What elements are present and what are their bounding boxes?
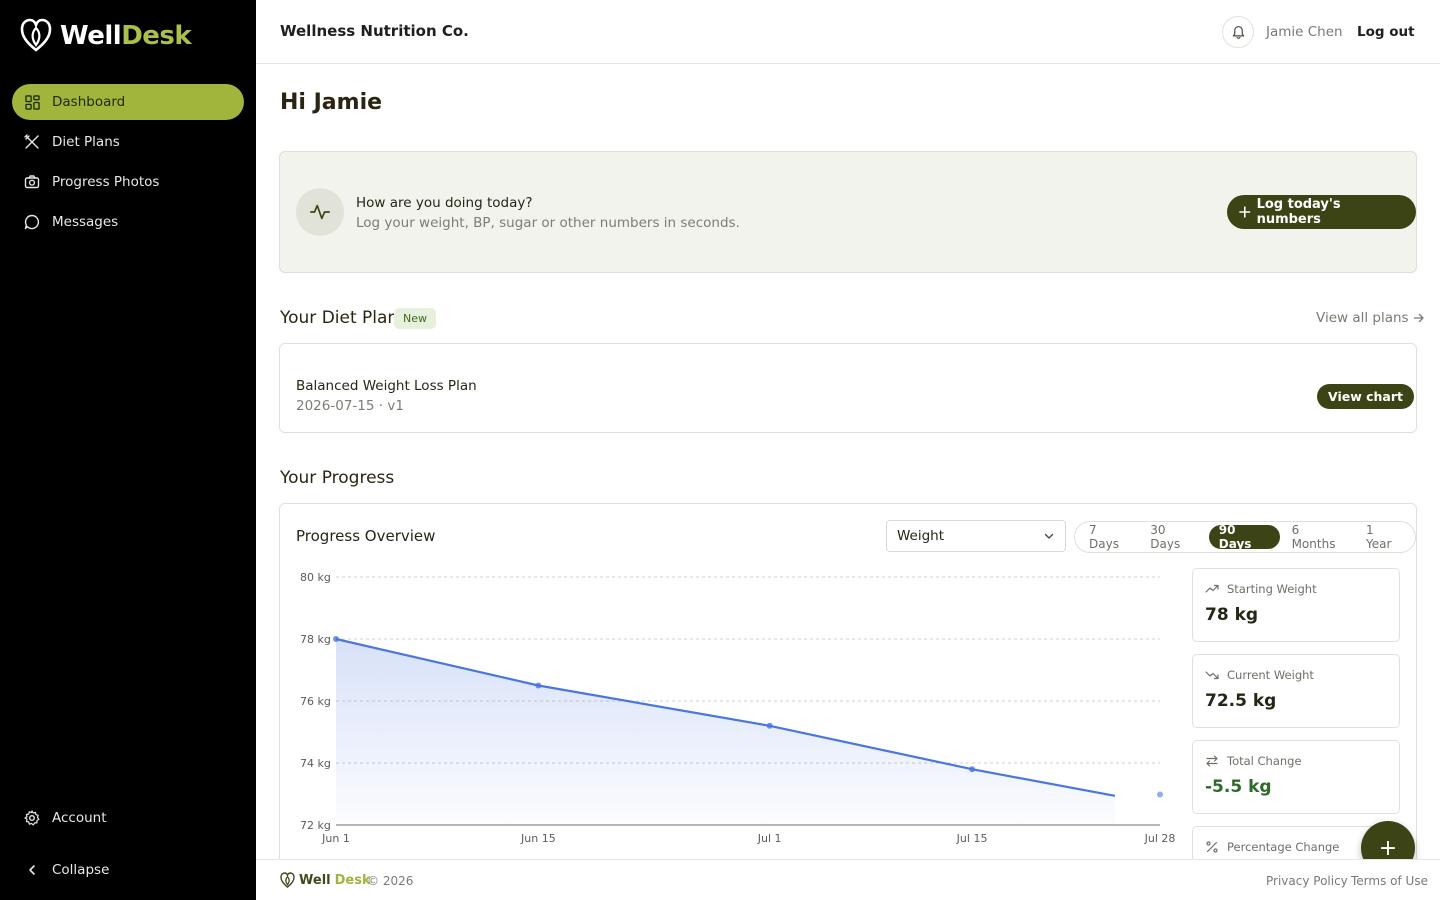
collapse-button[interactable]: Collapse: [12, 852, 244, 888]
x-tick-label: Jul 1: [757, 832, 782, 845]
data-point: [1157, 791, 1163, 798]
view-all-plans-link[interactable]: View all plans: [1316, 310, 1425, 326]
user-name: Jamie Chen: [1266, 24, 1343, 40]
page-title: Hi Jamie: [280, 90, 383, 115]
sidebar-item-messages[interactable]: Messages: [12, 204, 244, 240]
copyright: © 2026: [367, 874, 414, 888]
heart-logo-icon: [280, 872, 295, 888]
arrow-right-icon: [1413, 313, 1424, 323]
sidebar-item-label: Progress Photos: [52, 174, 160, 190]
data-point: [333, 636, 339, 642]
checkin-subtitle: Log your weight, BP, sugar or other numb…: [356, 215, 740, 231]
plan-name: Balanced Weight Loss Plan: [296, 378, 477, 394]
x-tick-label: Jun 1: [321, 832, 350, 845]
bell-icon: [1232, 25, 1244, 39]
x-tick-label: Jun 15: [520, 832, 556, 845]
plus-icon: [1239, 206, 1251, 218]
y-tick-label: 76 kg: [300, 695, 331, 708]
x-tick-label: Jul 28: [1144, 832, 1176, 845]
gear-icon: [24, 810, 40, 826]
organization-name: Wellness Nutrition Co.: [280, 22, 469, 40]
checkin-title: How are you doing today?: [356, 195, 533, 211]
pulse-icon: [296, 188, 344, 236]
stat-label: Starting Weight: [1227, 582, 1317, 596]
stat-current-weight: Current Weight 72.5 kg: [1192, 654, 1400, 728]
range-1-year[interactable]: 1 Year: [1356, 523, 1411, 551]
stat-value: -5.5 kg: [1205, 777, 1272, 797]
data-point: [766, 722, 773, 729]
log-numbers-label: Log today's numbers: [1256, 197, 1341, 227]
stat-starting-weight: Starting Weight 78 kg: [1192, 568, 1400, 642]
data-point: [969, 766, 976, 773]
diet-plan-card: Balanced Weight Loss Plan 2026-07-15 · v…: [279, 343, 1417, 433]
diet-plan-section-title: Your Diet Plan: [280, 308, 399, 328]
progress-overview-title: Progress Overview: [296, 527, 436, 545]
percent-icon: [1206, 841, 1218, 853]
data-point: [535, 682, 542, 689]
metric-select-value: Weight: [897, 528, 945, 544]
sidebar-item-diet-plans[interactable]: Diet Plans: [12, 124, 244, 160]
sidebar-item-progress-photos[interactable]: Progress Photos: [12, 164, 244, 200]
sidebar-item-label: Diet Plans: [52, 134, 120, 150]
sidebar-nav: Dashboard Diet Plans Progress Photos Mes…: [12, 84, 244, 244]
trend-down-icon: [1205, 671, 1219, 680]
y-tick-label: 74 kg: [300, 757, 331, 770]
y-tick-label: 72 kg: [300, 819, 331, 832]
stat-label: Percentage Change: [1227, 840, 1340, 854]
sidebar-item-account[interactable]: Account: [12, 800, 244, 836]
log-numbers-button[interactable]: Log today's numbers: [1227, 195, 1416, 229]
sidebar: WellDesk Dashboard Diet Plans Progress P…: [0, 0, 256, 900]
x-tick-label: Jul 15: [956, 832, 988, 845]
terms-of-use-link[interactable]: Terms of Use: [1351, 874, 1428, 888]
chevron-down-icon: [1044, 533, 1054, 539]
metric-select[interactable]: Weight: [886, 520, 1066, 552]
range-6-months[interactable]: 6 Months: [1282, 523, 1354, 551]
privacy-policy-link[interactable]: Privacy Policy: [1266, 874, 1348, 888]
message-bubble-icon: [24, 214, 40, 230]
time-range-selector: 7 Days 30 Days 90 Days 6 Months 1 Year: [1074, 521, 1416, 553]
sidebar-item-dashboard[interactable]: Dashboard: [12, 84, 244, 120]
daily-checkin-card: How are you doing today? Log your weight…: [279, 151, 1417, 273]
heart-logo-icon: [20, 18, 52, 52]
y-tick-label: 78 kg: [300, 633, 331, 646]
logo-text: WellDesk: [60, 21, 192, 51]
stat-value: 78 kg: [1205, 605, 1259, 625]
welldesk-logo[interactable]: WellDesk: [20, 18, 192, 54]
stat-value: 72.5 kg: [1205, 691, 1277, 711]
camera-icon: [24, 174, 40, 190]
stat-label: Current Weight: [1227, 668, 1314, 682]
footer: Well Desk © 2026 Privacy Policy Terms of …: [256, 859, 1440, 900]
dashboard-grid-icon: [24, 94, 40, 110]
sidebar-item-label: Messages: [52, 214, 119, 230]
progress-overview-card: Progress Overview Weight 7 Days 30 Days …: [279, 503, 1417, 900]
weight-chart: 80 kg 78 kg 76 kg 74 kg 72 kgJun 1 Jun 15 Jul …: [300, 571, 1176, 845]
range-7-days[interactable]: 7 Days: [1079, 523, 1138, 551]
notifications-button[interactable]: [1222, 16, 1254, 48]
arrows-swap-icon: [1206, 755, 1218, 767]
chevron-left-icon: [24, 862, 40, 878]
footer-logo: Well Desk: [280, 872, 371, 889]
new-badge: New: [394, 308, 436, 329]
plan-meta: 2026-07-15 · v1: [296, 398, 404, 414]
progress-section-title: Your Progress: [280, 468, 395, 488]
trend-up-icon: [1205, 584, 1219, 593]
sidebar-item-label: Account: [52, 810, 107, 826]
view-all-plans-label: View all plans: [1316, 310, 1409, 326]
stat-total-change: Total Change -5.5 kg: [1192, 740, 1400, 814]
sidebar-item-label: Dashboard: [52, 94, 126, 110]
logout-button[interactable]: Log out: [1357, 24, 1415, 40]
collapse-label: Collapse: [52, 862, 110, 878]
stat-label: Total Change: [1227, 754, 1302, 768]
range-30-days[interactable]: 30 Days: [1140, 523, 1207, 551]
top-bar: Wellness Nutrition Co. Jamie Chen Log ou…: [256, 0, 1440, 64]
range-90-days[interactable]: 90 Days: [1208, 523, 1280, 551]
y-tick-label: 80 kg: [300, 571, 331, 584]
view-chart-button[interactable]: View chart: [1317, 384, 1414, 409]
utensils-icon: [24, 134, 40, 150]
